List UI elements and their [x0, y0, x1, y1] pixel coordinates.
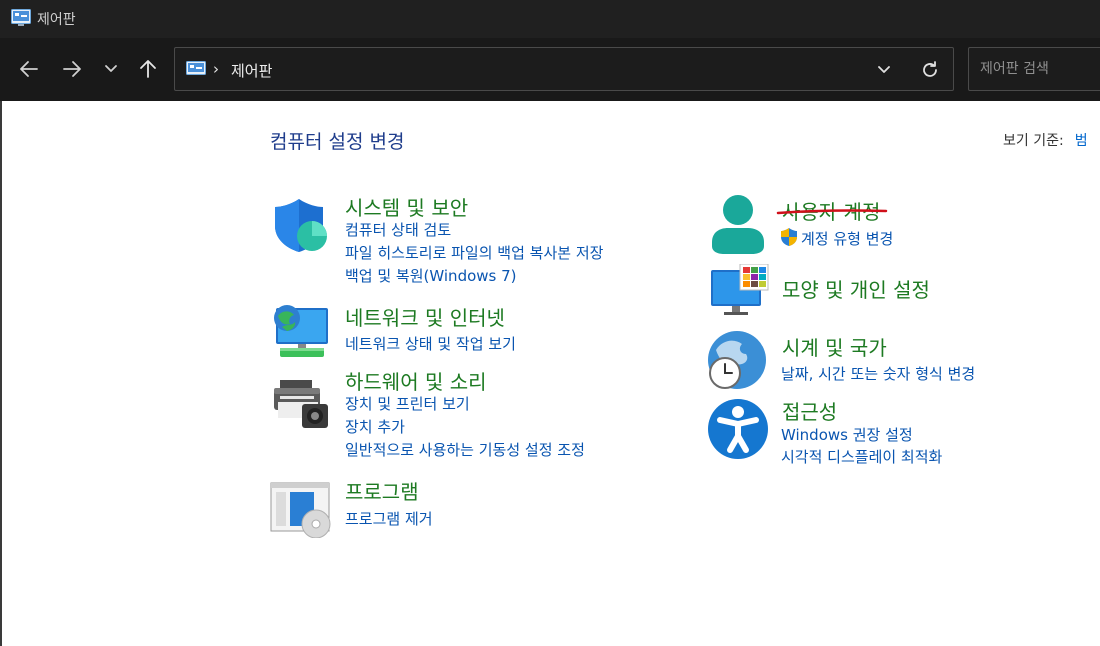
control-panel-icon	[186, 61, 206, 81]
red-underline-annotation	[776, 209, 888, 215]
forward-button[interactable]	[59, 56, 85, 82]
control-panel-icon	[11, 9, 31, 31]
window-border	[0, 101, 2, 646]
category-link[interactable]: Windows 권장 설정	[781, 424, 913, 445]
network-monitor-icon	[270, 302, 330, 364]
category-heading[interactable]: 시계 및 국가	[782, 332, 887, 361]
address-dropdown-button[interactable]	[873, 59, 895, 81]
category-link[interactable]: 파일 히스토리로 파일의 백업 복사본 저장	[345, 242, 603, 263]
category-link[interactable]: 네트워크 상태 및 작업 보기	[345, 333, 516, 354]
category-link[interactable]: 컴퓨터 상태 검토	[345, 219, 451, 240]
user-icon	[708, 194, 768, 260]
chevron-down-icon	[105, 65, 117, 72]
category-heading[interactable]: 하드웨어 및 소리	[345, 366, 487, 395]
printer-icon	[272, 378, 332, 434]
shield-icon	[272, 196, 330, 258]
view-by-dropdown[interactable]: 범	[1075, 133, 1088, 149]
personalization-monitor-icon	[708, 263, 770, 324]
category-heading[interactable]: 프로그램	[345, 476, 419, 505]
programs-icon	[270, 480, 332, 542]
category-link[interactable]: 일반적으로 사용하는 기동성 설정 조정	[345, 439, 585, 460]
category-network-internet: 네트워크 및 인터넷 네트워크 상태 및 작업 보기	[270, 302, 690, 362]
search-input[interactable]	[969, 48, 1100, 90]
back-button[interactable]	[16, 56, 42, 82]
forward-arrow-icon	[63, 61, 81, 77]
search-box[interactable]	[968, 47, 1100, 91]
category-appearance-personalization: 모양 및 개인 설정	[706, 263, 1096, 324]
uac-shield-icon	[780, 227, 798, 251]
recent-locations-button[interactable]	[98, 56, 124, 82]
category-heading[interactable]: 모양 및 개인 설정	[782, 274, 930, 303]
refresh-icon	[923, 61, 937, 77]
window-title: 제어판	[37, 12, 76, 28]
category-clock-region: 시계 및 국가 날짜, 시간 또는 숫자 형식 변경	[706, 330, 1096, 392]
breadcrumb-separator: ›	[213, 60, 219, 78]
category-programs: 프로그램 프로그램 제거	[270, 476, 690, 539]
category-link[interactable]: 날짜, 시간 또는 숫자 형식 변경	[781, 363, 975, 384]
category-link[interactable]: 백업 및 복원(Windows 7)	[345, 265, 517, 286]
title-bar: 제어판	[0, 0, 1100, 38]
category-system-security: 시스템 및 보안 컴퓨터 상태 검토 파일 히스토리로 파일의 백업 복사본 저…	[270, 192, 690, 292]
address-bar[interactable]: › 제어판	[174, 47, 954, 91]
chevron-down-icon	[878, 66, 890, 73]
category-heading[interactable]: 네트워크 및 인터넷	[345, 302, 505, 331]
category-user-accounts: 사용자 계정 계정 유형 변경	[706, 194, 1096, 256]
category-link[interactable]: 장치 추가	[345, 416, 405, 437]
clock-globe-icon	[706, 330, 768, 396]
category-link[interactable]: 프로그램 제거	[345, 508, 433, 529]
category-ease-of-access: 접근성 Windows 권장 설정 시각적 디스플레이 최적화	[706, 396, 1096, 466]
accessibility-icon	[708, 398, 768, 464]
category-link[interactable]: 장치 및 프린터 보기	[345, 393, 470, 414]
category-heading[interactable]: 시스템 및 보안	[345, 192, 468, 221]
view-by-label: 보기 기준:	[1003, 133, 1064, 149]
refresh-button[interactable]	[919, 59, 941, 81]
up-button[interactable]	[135, 56, 161, 82]
breadcrumb-control-panel[interactable]: 제어판	[231, 60, 272, 81]
category-link[interactable]: 시각적 디스플레이 최적화	[781, 446, 942, 467]
up-arrow-icon	[140, 60, 156, 78]
category-link[interactable]: 계정 유형 변경	[801, 228, 893, 249]
category-heading[interactable]: 접근성	[782, 396, 837, 425]
category-hardware-sound: 하드웨어 및 소리 장치 및 프린터 보기 장치 추가 일반적으로 사용하는 기…	[270, 366, 690, 461]
page-title: 컴퓨터 설정 변경	[270, 131, 405, 153]
navigation-bar: › 제어판	[0, 38, 1100, 101]
view-by: 보기 기준: 범	[1003, 130, 1088, 150]
back-arrow-icon	[20, 61, 38, 77]
